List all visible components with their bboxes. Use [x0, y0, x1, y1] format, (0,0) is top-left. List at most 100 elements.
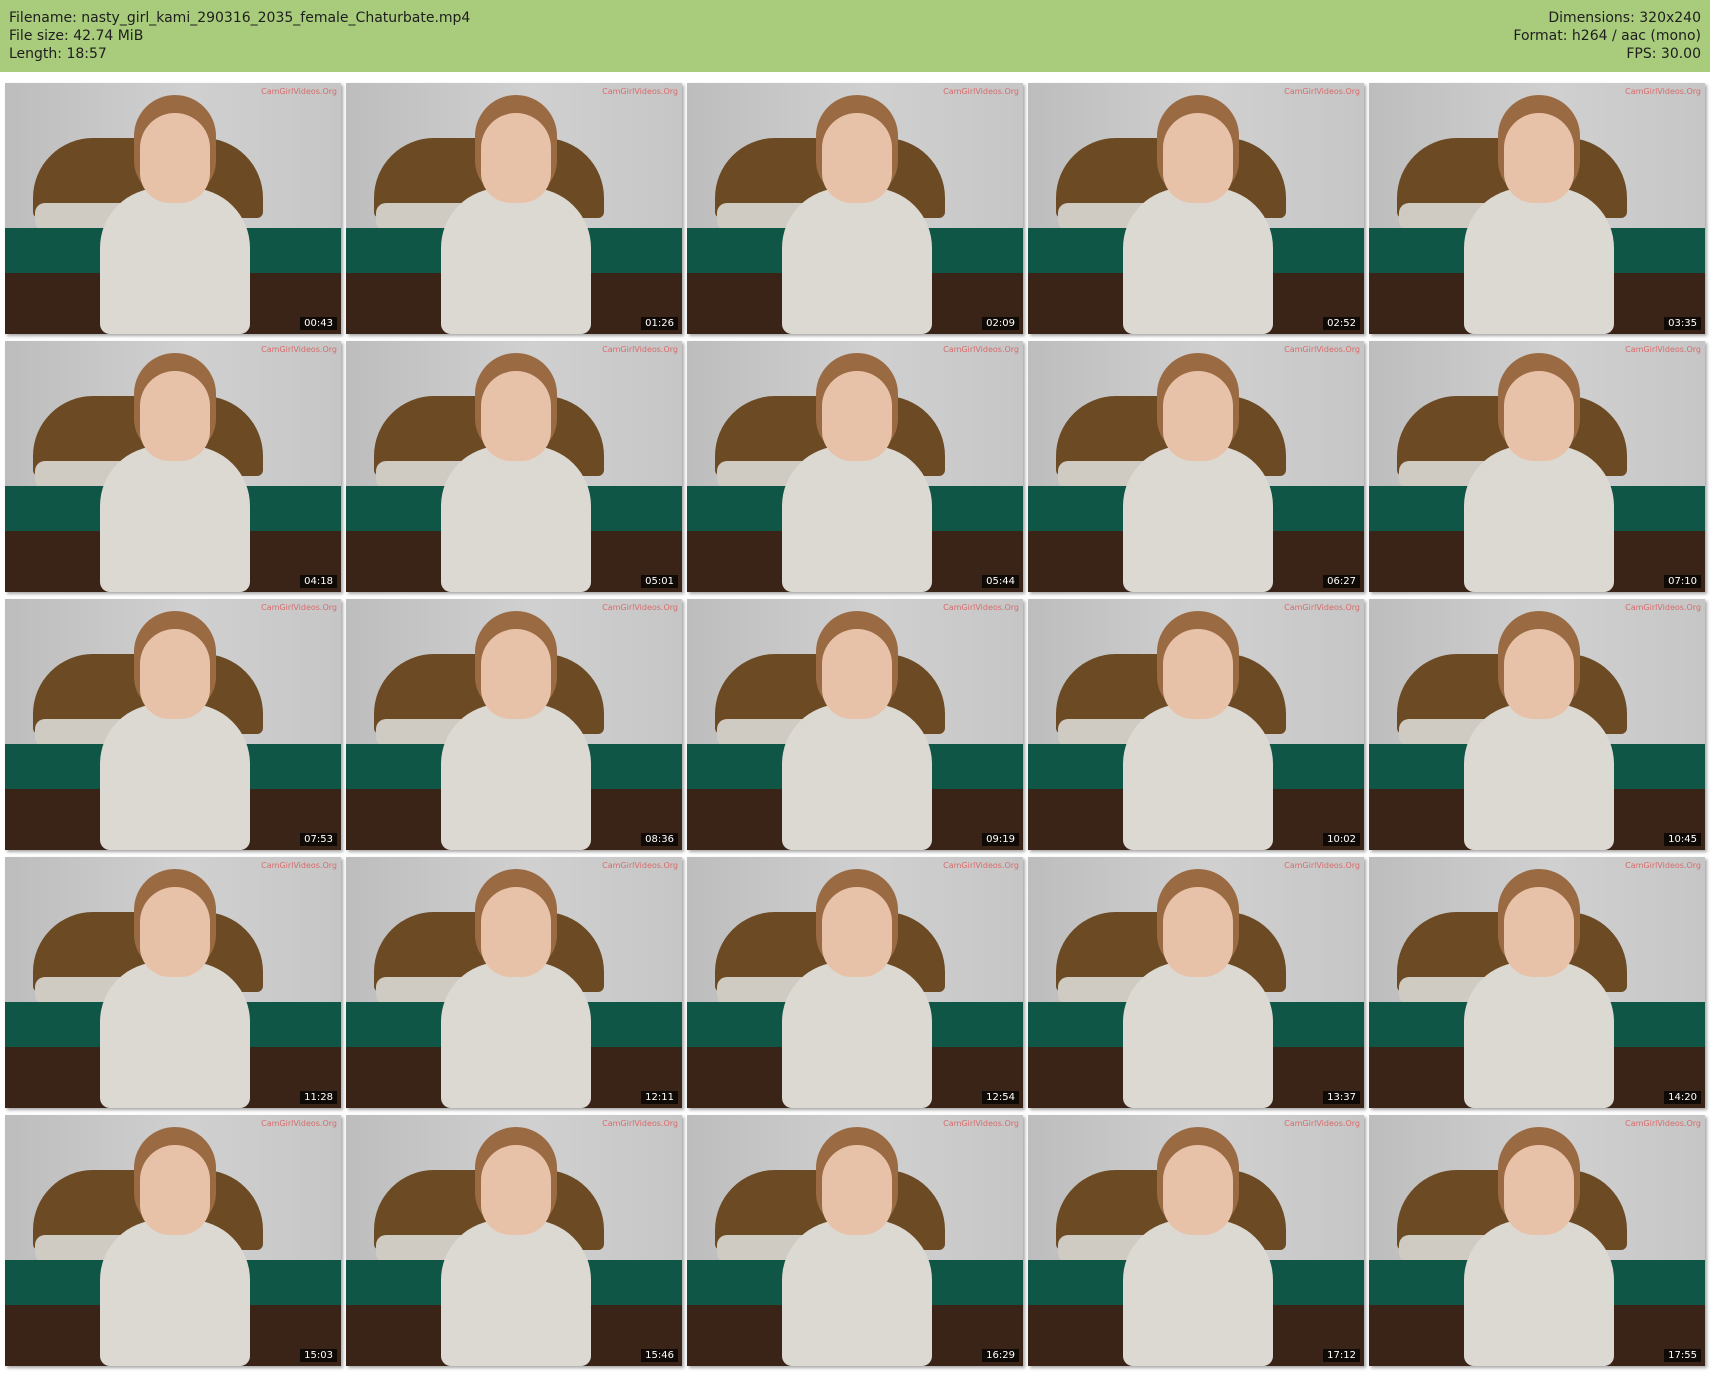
thumbnail-person-head — [822, 113, 892, 203]
thumbnail-person-head — [1163, 887, 1233, 977]
watermark-label: CamGirlVideos.Org — [602, 345, 678, 354]
info-header: Filename: nasty_girl_kami_290316_2035_fe… — [0, 0, 1710, 72]
video-thumbnail: CamGirlVideos.Org 17:55 — [1369, 1115, 1705, 1366]
thumbnail-person-head — [1504, 1145, 1574, 1235]
video-thumbnail: CamGirlVideos.Org 11:28 — [5, 857, 341, 1108]
timestamp-badge: 03:35 — [1664, 317, 1701, 330]
timestamp-badge: 16:29 — [982, 1349, 1019, 1362]
timestamp-badge: 10:02 — [1323, 833, 1360, 846]
thumbnail-person-head — [822, 887, 892, 977]
watermark-label: CamGirlVideos.Org — [1625, 87, 1701, 96]
watermark-label: CamGirlVideos.Org — [602, 861, 678, 870]
video-thumbnail: CamGirlVideos.Org 09:19 — [687, 599, 1023, 850]
video-thumbnail: CamGirlVideos.Org 15:03 — [5, 1115, 341, 1366]
watermark-label: CamGirlVideos.Org — [261, 1119, 337, 1128]
timestamp-badge: 12:11 — [641, 1091, 678, 1104]
watermark-label: CamGirlVideos.Org — [1625, 345, 1701, 354]
watermark-label: CamGirlVideos.Org — [1284, 87, 1360, 96]
length-label: Length: 18:57 — [9, 46, 107, 62]
timestamp-badge: 02:09 — [982, 317, 1019, 330]
watermark-label: CamGirlVideos.Org — [261, 345, 337, 354]
watermark-label: CamGirlVideos.Org — [943, 861, 1019, 870]
video-thumbnail: CamGirlVideos.Org 08:36 — [346, 599, 682, 850]
thumbnail-person-body — [1464, 704, 1614, 850]
thumbnail-person-body — [1464, 962, 1614, 1108]
thumbnail-person-body — [1464, 1220, 1614, 1366]
filesize-label: File size: 42.74 MiB — [9, 28, 144, 44]
thumbnail-person-body — [1123, 188, 1273, 334]
video-thumbnail: CamGirlVideos.Org 01:26 — [346, 83, 682, 334]
thumbnail-person-head — [1504, 887, 1574, 977]
thumbnail-person-body — [1123, 704, 1273, 850]
watermark-label: CamGirlVideos.Org — [1284, 603, 1360, 612]
dimensions-label: Dimensions: 320x240 — [1548, 10, 1701, 26]
watermark-label: CamGirlVideos.Org — [1284, 861, 1360, 870]
timestamp-badge: 00:43 — [300, 317, 337, 330]
thumbnail-person-body — [1123, 446, 1273, 592]
video-thumbnail: CamGirlVideos.Org 12:54 — [687, 857, 1023, 1108]
timestamp-badge: 08:36 — [641, 833, 678, 846]
timestamp-badge: 05:44 — [982, 575, 1019, 588]
video-thumbnail: CamGirlVideos.Org 10:02 — [1028, 599, 1364, 850]
thumbnail-person-body — [1464, 188, 1614, 334]
thumbnail-person-body — [1123, 1220, 1273, 1366]
thumbnail-person-body — [100, 704, 250, 850]
video-thumbnail: CamGirlVideos.Org 10:45 — [1369, 599, 1705, 850]
thumbnail-person-body — [100, 962, 250, 1108]
thumbnail-person-body — [441, 962, 591, 1108]
thumbnail-person-body — [441, 446, 591, 592]
thumbnail-person-head — [1163, 629, 1233, 719]
thumbnail-person-head — [481, 113, 551, 203]
timestamp-badge: 01:26 — [641, 317, 678, 330]
video-thumbnail: CamGirlVideos.Org 07:10 — [1369, 341, 1705, 592]
watermark-label: CamGirlVideos.Org — [1284, 1119, 1360, 1128]
thumbnail-person-head — [140, 629, 210, 719]
timestamp-badge: 17:55 — [1664, 1349, 1701, 1362]
thumbnail-person-head — [1163, 1145, 1233, 1235]
thumbnail-person-body — [1123, 962, 1273, 1108]
timestamp-badge: 09:19 — [982, 833, 1019, 846]
thumbnail-person-body — [100, 1220, 250, 1366]
video-thumbnail: CamGirlVideos.Org 12:11 — [346, 857, 682, 1108]
video-thumbnail: CamGirlVideos.Org 16:29 — [687, 1115, 1023, 1366]
timestamp-badge: 06:27 — [1323, 575, 1360, 588]
thumbnail-person-body — [1464, 446, 1614, 592]
timestamp-badge: 04:18 — [300, 575, 337, 588]
thumbnail-person-head — [1163, 371, 1233, 461]
video-thumbnail: CamGirlVideos.Org 13:37 — [1028, 857, 1364, 1108]
thumbnail-person-head — [481, 629, 551, 719]
timestamp-badge: 13:37 — [1323, 1091, 1360, 1104]
video-thumbnail: CamGirlVideos.Org 02:52 — [1028, 83, 1364, 334]
filename-label: Filename: nasty_girl_kami_290316_2035_fe… — [9, 10, 471, 26]
video-thumbnail: CamGirlVideos.Org 02:09 — [687, 83, 1023, 334]
thumbnail-person-body — [782, 188, 932, 334]
thumbnail-person-body — [441, 704, 591, 850]
timestamp-badge: 15:46 — [641, 1349, 678, 1362]
watermark-label: CamGirlVideos.Org — [943, 603, 1019, 612]
timestamp-badge: 02:52 — [1323, 317, 1360, 330]
thumbnail-person-body — [441, 188, 591, 334]
video-thumbnail: CamGirlVideos.Org 05:44 — [687, 341, 1023, 592]
format-label: Format: h264 / aac (mono) — [1513, 28, 1701, 44]
fps-label: FPS: 30.00 — [1626, 46, 1701, 62]
timestamp-badge: 07:53 — [300, 833, 337, 846]
watermark-label: CamGirlVideos.Org — [602, 87, 678, 96]
thumbnail-person-body — [782, 704, 932, 850]
thumbnail-person-head — [1163, 113, 1233, 203]
watermark-label: CamGirlVideos.Org — [943, 1119, 1019, 1128]
thumbnail-person-head — [1504, 113, 1574, 203]
thumbnail-person-head — [140, 113, 210, 203]
thumbnail-grid: CamGirlVideos.Org 00:43 CamGirlVideos.Org 0… — [5, 83, 1707, 1368]
watermark-label: CamGirlVideos.Org — [602, 603, 678, 612]
thumbnail-person-body — [441, 1220, 591, 1366]
thumbnail-person-body — [100, 446, 250, 592]
video-thumbnail: CamGirlVideos.Org 07:53 — [5, 599, 341, 850]
thumbnail-person-head — [822, 371, 892, 461]
thumbnail-person-head — [822, 1145, 892, 1235]
thumbnail-person-head — [140, 1145, 210, 1235]
watermark-label: CamGirlVideos.Org — [1625, 1119, 1701, 1128]
thumbnail-person-head — [1504, 629, 1574, 719]
watermark-label: CamGirlVideos.Org — [943, 345, 1019, 354]
thumbnail-person-head — [140, 371, 210, 461]
watermark-label: CamGirlVideos.Org — [261, 87, 337, 96]
